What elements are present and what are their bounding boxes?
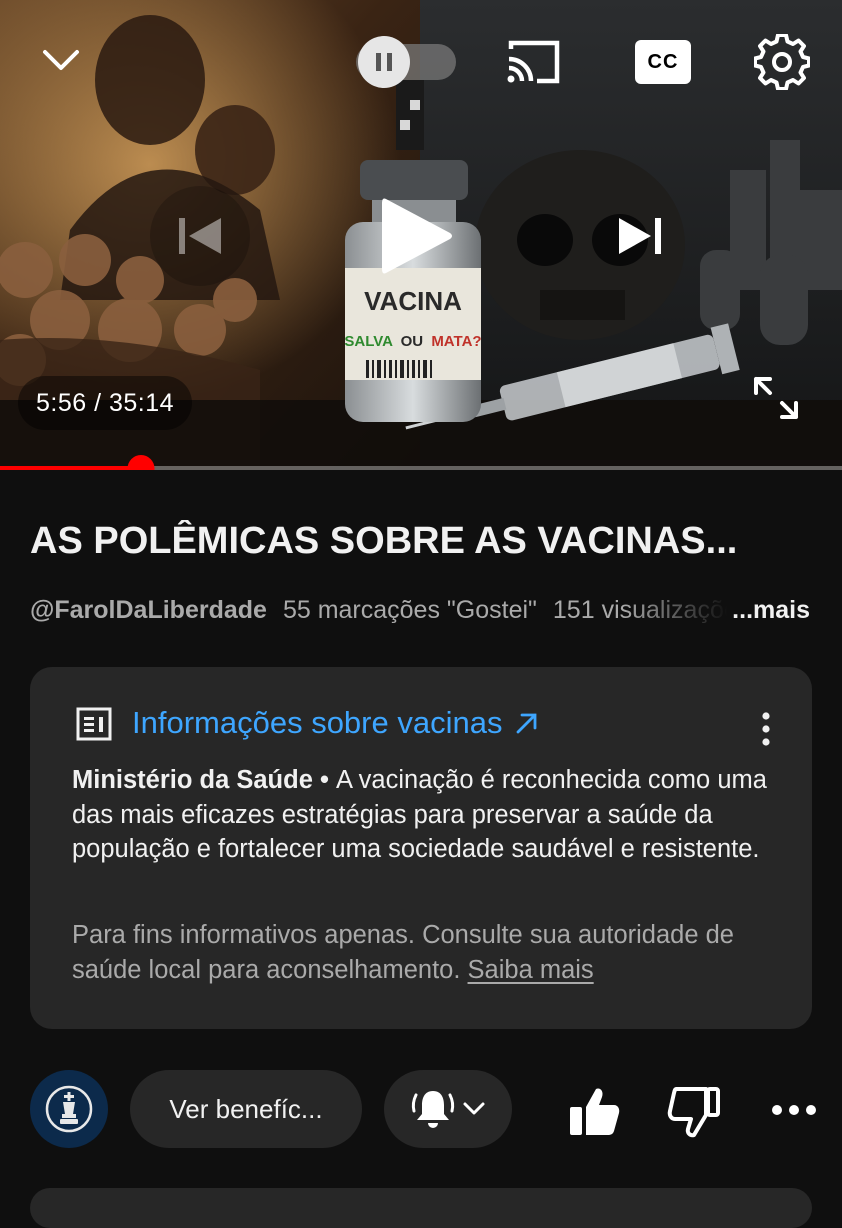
external-link-arrow-icon <box>517 713 537 734</box>
chevron-down-icon <box>43 50 79 70</box>
vial-question-salva: SALVA <box>344 333 393 350</box>
learn-more-link[interactable]: Saiba mais <box>468 956 594 984</box>
like-button[interactable] <box>562 1080 626 1144</box>
progress-bar[interactable] <box>0 455 842 470</box>
fullscreen-button[interactable] <box>746 370 806 426</box>
previous-button[interactable] <box>150 186 250 286</box>
captions-label: CC <box>647 50 679 73</box>
settings-button[interactable] <box>752 32 812 92</box>
fullscreen-icon <box>754 377 798 419</box>
vial-question-mata: MATA? <box>431 333 481 350</box>
vial-question-ou: OU <box>401 333 424 350</box>
channel-avatar[interactable] <box>30 1070 108 1148</box>
progress-played <box>0 466 142 470</box>
pause-icon <box>376 53 392 71</box>
health-info-panel: Informações sobre vacinas Ministério da … <box>30 667 812 1029</box>
minimize-button[interactable] <box>36 38 86 82</box>
play-icon <box>382 198 452 274</box>
subscription-bell-button[interactable] <box>384 1070 512 1148</box>
dislike-icon <box>667 1087 720 1138</box>
channel-handle[interactable]: @FarolDaLiberdade <box>30 596 267 625</box>
info-panel-body: Ministério da Saúde • A vacinação é reco… <box>72 763 792 867</box>
video-title[interactable]: AS POLÊMICAS SOBRE AS VACINAS... <box>30 520 820 563</box>
autoplay-toggle[interactable] <box>356 34 456 90</box>
more-actions-button[interactable] <box>766 1086 822 1134</box>
view-benefits-button[interactable]: Ver benefíc... <box>130 1070 362 1148</box>
article-icon <box>76 707 112 741</box>
video-meta[interactable]: @FarolDaLiberdade 55 marcações "Gostei" … <box>30 590 810 630</box>
info-bullet: • <box>312 766 336 794</box>
info-source: Ministério da Saúde <box>72 766 313 794</box>
settings-gear-icon <box>754 34 810 90</box>
captions-icon: CC <box>635 40 691 84</box>
more-vertical-icon <box>762 712 770 746</box>
more-horizontal-icon <box>772 1105 816 1115</box>
info-panel-link[interactable]: Informações sobre vacinas <box>132 705 540 741</box>
view-benefits-label: Ver benefíc... <box>169 1093 323 1124</box>
info-panel-menu-button[interactable] <box>754 711 778 747</box>
svg-text:SALVA OU MATA?: SALVA OU MATA? <box>344 333 481 350</box>
time-display: 5:56 / 35:14 <box>18 376 193 430</box>
captions-button[interactable]: CC <box>634 38 692 86</box>
next-button[interactable] <box>590 186 690 286</box>
info-panel-title: Informações sobre vacinas <box>132 705 503 740</box>
more-link[interactable]: ...mais <box>732 596 810 625</box>
bell-ringing-icon <box>411 1091 455 1128</box>
like-icon <box>570 1088 620 1135</box>
play-button[interactable] <box>356 178 476 294</box>
chess-king-avatar-icon <box>45 1085 93 1133</box>
cast-icon <box>507 40 560 84</box>
view-count: 151 visualizações <box>552 595 728 624</box>
video-player[interactable]: VACINA SALVA OU MATA? CC 5:56 / 35:14 <box>0 0 842 470</box>
next-section-card <box>30 1188 812 1228</box>
disclaimer-text: Para fins informativos apenas. Consulte … <box>72 921 734 984</box>
next-icon <box>619 218 661 254</box>
info-panel-disclaimer: Para fins informativos apenas. Consulte … <box>72 918 792 987</box>
previous-icon <box>179 218 221 254</box>
like-count: 55 marcações "Gostei" <box>282 595 537 624</box>
chevron-down-icon <box>463 1102 485 1115</box>
dislike-button[interactable] <box>662 1080 726 1144</box>
cast-button[interactable] <box>500 34 566 90</box>
